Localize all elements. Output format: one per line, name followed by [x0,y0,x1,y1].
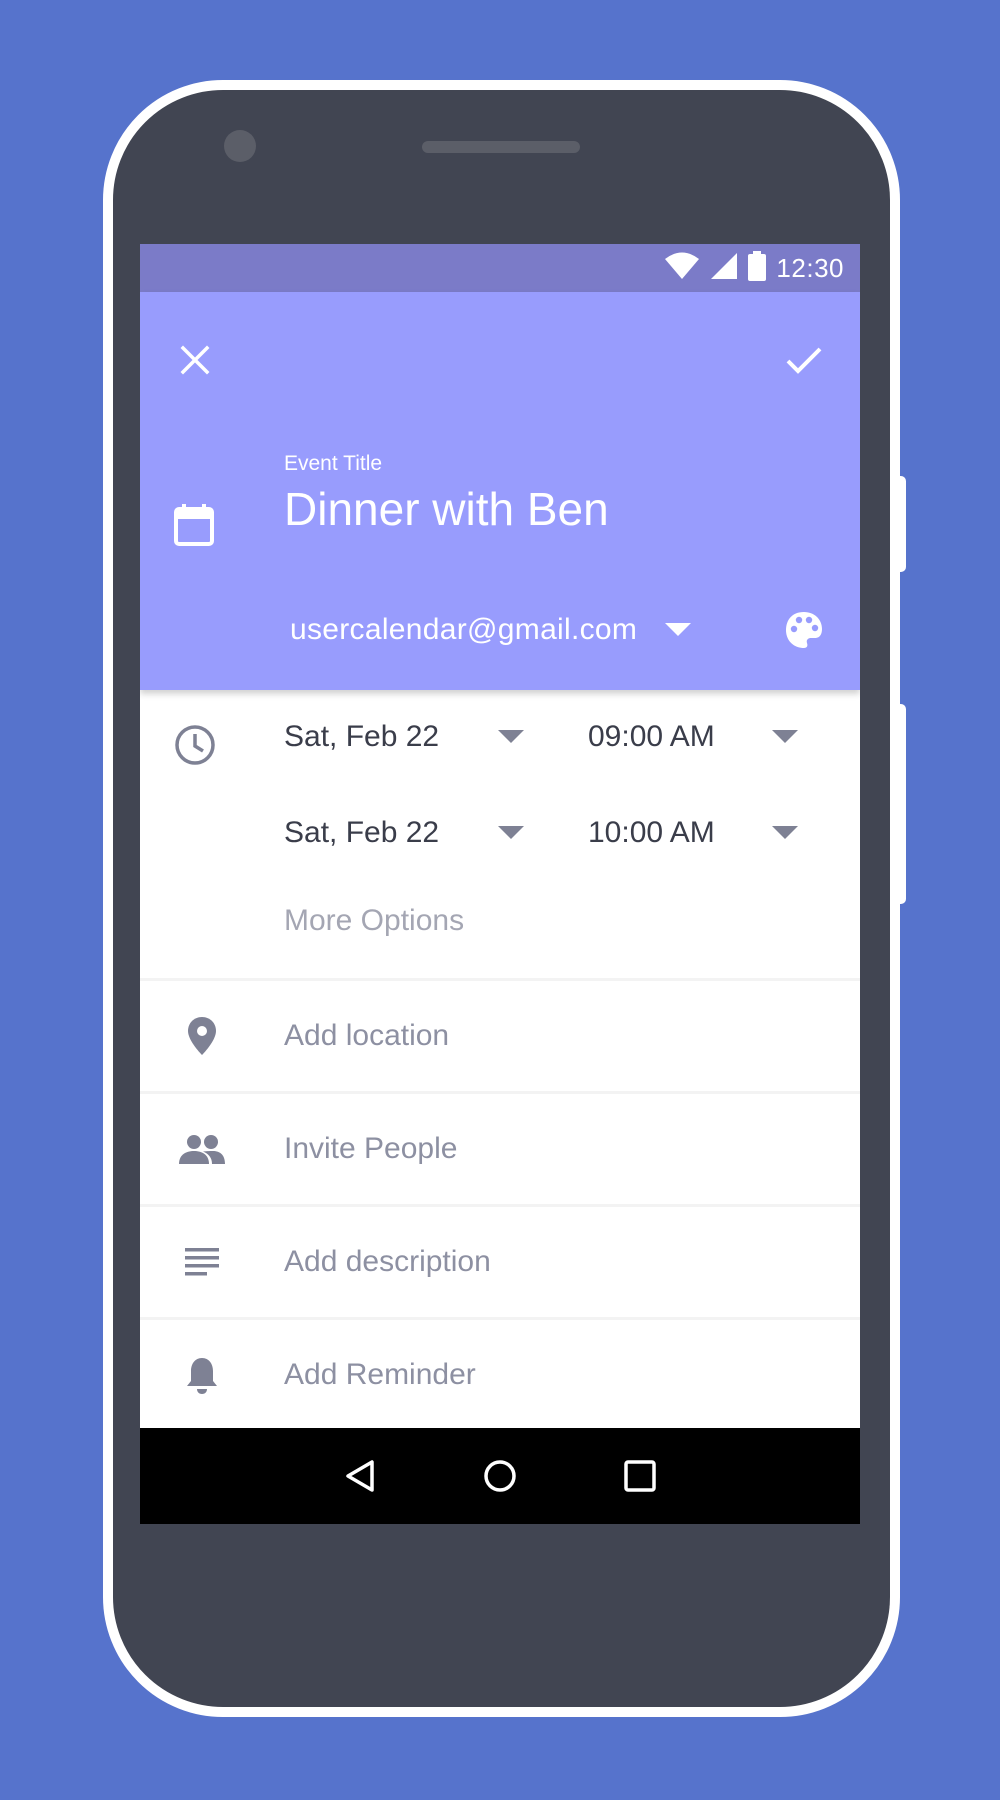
add-reminder-row[interactable]: Add Reminder [140,1320,860,1430]
signal-icon [710,252,738,285]
color-palette-button[interactable] [780,606,828,654]
navigation-bar [140,1428,860,1524]
description-icon [172,1207,232,1317]
invite-people-label: Invite People [284,1132,458,1165]
invite-people-row[interactable]: Invite People [140,1094,860,1207]
home-icon [484,1460,516,1492]
battery-icon [748,250,767,286]
location-pin-icon [172,981,232,1091]
wifi-icon [664,252,700,285]
back-button[interactable] [330,1446,390,1506]
start-time: 09:00 AM [588,720,715,753]
recents-button[interactable] [610,1446,670,1506]
calendar-icon [174,504,214,551]
account-selector[interactable]: usercalendar@gmail.com [290,602,692,658]
back-icon [346,1460,374,1492]
front-camera [224,130,256,162]
speaker-grille [422,141,580,153]
chevron-down-icon [772,730,798,743]
close-icon [180,345,210,375]
status-bar: 12:30 [140,244,860,292]
end-time-dropdown[interactable]: 10:00 AM [588,816,798,850]
event-title-label: Event Title [284,452,383,475]
status-time: 12:30 [776,252,844,283]
palette-icon [786,612,822,648]
start-date: Sat, Feb 22 [284,720,440,753]
chevron-down-icon [498,730,524,743]
chevron-down-icon [772,826,798,839]
schedule-section: Sat, Feb 22 09:00 AM Sat, Feb 22 10:00 A… [140,690,860,981]
add-description-label: Add description [284,1245,491,1278]
home-button[interactable] [470,1446,530,1506]
chevron-down-icon [498,826,524,839]
end-date-dropdown[interactable]: Sat, Feb 22 [284,816,524,850]
event-form: Sat, Feb 22 09:00 AM Sat, Feb 22 10:00 A… [140,690,860,1430]
people-icon [172,1094,232,1204]
check-icon [786,347,822,374]
clock-icon [174,724,216,771]
end-date: Sat, Feb 22 [284,816,440,849]
add-location-label: Add location [284,1019,450,1052]
add-reminder-label: Add Reminder [284,1358,476,1391]
event-title-input[interactable]: Dinner with Ben [284,482,609,536]
add-description-row[interactable]: Add description [140,1207,860,1320]
add-location-row[interactable]: Add location [140,981,860,1094]
volume-button [896,704,906,904]
recents-icon [624,1460,656,1492]
save-button[interactable] [776,332,832,388]
bell-icon [172,1320,232,1430]
more-options-link[interactable]: More Options [284,904,464,938]
account-email: usercalendar@gmail.com [290,613,638,646]
close-button[interactable] [167,332,223,388]
event-header: Event Title Dinner with Ben usercalendar… [140,292,860,690]
end-time: 10:00 AM [588,816,715,849]
power-button [896,476,906,572]
chevron-down-icon [665,623,692,636]
screen: 12:30 Event Title Dinner with Ben userca… [140,244,860,1524]
start-date-dropdown[interactable]: Sat, Feb 22 [284,720,524,754]
start-time-dropdown[interactable]: 09:00 AM [588,720,798,754]
